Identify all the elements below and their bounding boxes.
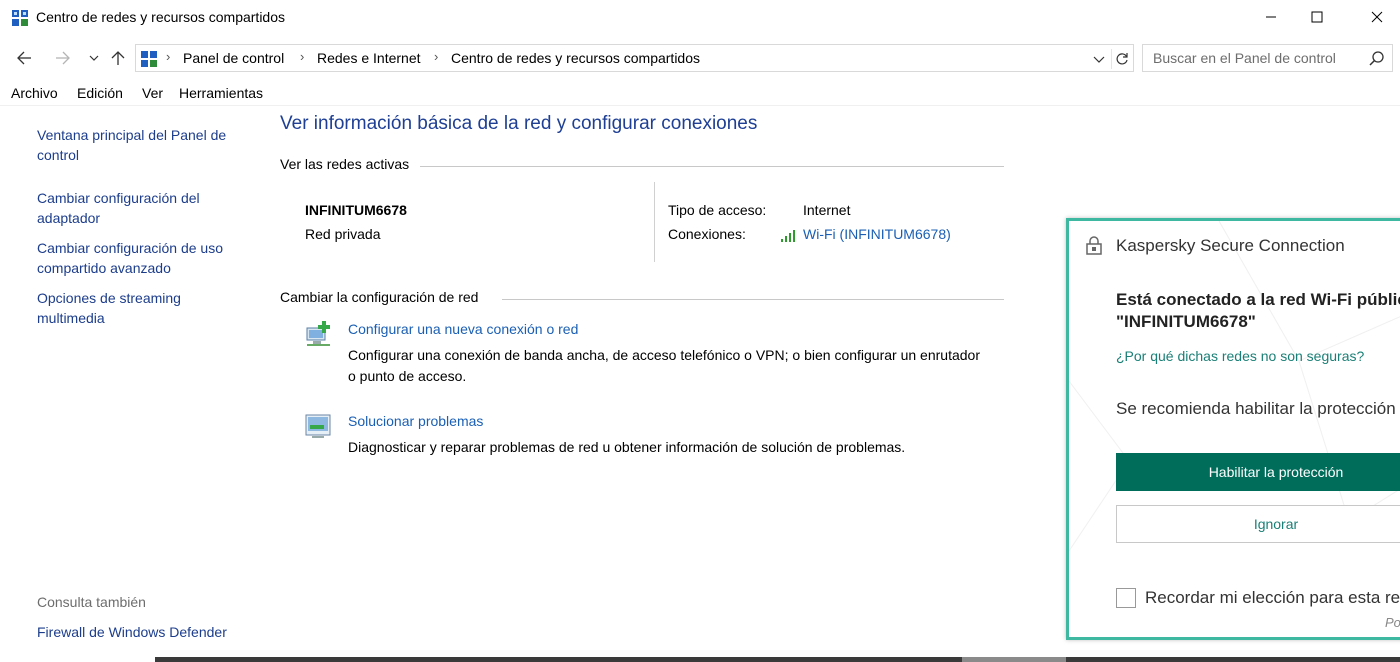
access-type-label: Tipo de acceso: (668, 202, 767, 218)
recent-locations-button[interactable] (82, 44, 106, 72)
address-dropdown-button[interactable] (1089, 49, 1109, 69)
section-divider (502, 299, 1004, 300)
menu-ver[interactable]: Ver (142, 85, 163, 101)
close-icon (1371, 11, 1383, 23)
close-button[interactable] (1354, 0, 1400, 34)
setup-connection-link[interactable]: Configurar una nueva conexión o red (348, 321, 578, 337)
up-button[interactable] (106, 44, 130, 72)
why-unsafe-link[interactable]: ¿Por qué dichas redes no son seguras? (1116, 348, 1364, 364)
menu-bar: Archivo Edición Ver Herramientas (0, 82, 1400, 106)
see-also-heading: Consulta también (37, 594, 146, 610)
change-settings-heading: Cambiar la configuración de red (280, 289, 479, 305)
troubleshoot-link[interactable]: Solucionar problemas (348, 413, 483, 429)
back-arrow-icon (17, 51, 31, 65)
navigation-bar: › Panel de control › Redes e Internet › … (0, 40, 1400, 76)
maximize-icon (1311, 11, 1323, 23)
section-divider (420, 166, 1004, 167)
taskbar-edge-highlight (962, 657, 1066, 662)
chevron-down-icon (1093, 56, 1105, 63)
breadcrumb-control-panel[interactable]: Panel de control (183, 50, 284, 66)
troubleshoot-icon (305, 414, 331, 438)
ignore-button[interactable]: Ignorar (1116, 505, 1400, 543)
enable-protection-button[interactable]: Habilitar la protección (1116, 453, 1400, 491)
network-name: INFINITUM6678 (305, 202, 407, 218)
refresh-button[interactable] (1111, 49, 1131, 69)
minimize-icon (1266, 16, 1276, 18)
up-arrow-icon (111, 51, 125, 65)
wifi-connection-link[interactable]: Wi-Fi (INFINITUM6678) (803, 226, 951, 242)
powered-by-text: Po (1385, 615, 1400, 630)
page-title: Ver información básica de la red y confi… (280, 113, 758, 134)
search-icon[interactable] (1368, 50, 1386, 68)
forward-button[interactable] (51, 44, 75, 72)
minimize-button[interactable] (1248, 0, 1294, 34)
kaspersky-notification: Kaspersky Secure Connection Está conecta… (1066, 218, 1400, 640)
sidebar: Ventana principal del Panel de control C… (0, 106, 270, 662)
wifi-signal-icon (781, 230, 795, 242)
breadcrumb-separator: › (300, 49, 305, 64)
menu-archivo[interactable]: Archivo (11, 85, 58, 101)
menu-edicion[interactable]: Edición (77, 85, 123, 101)
network-category[interactable]: Red privada (305, 226, 381, 242)
kaspersky-title: Kaspersky Secure Connection (1116, 236, 1345, 255)
new-connection-icon (306, 321, 330, 346)
kaspersky-recommendation: Se recomienda habilitar la protección (1116, 399, 1396, 418)
forward-arrow-icon (56, 51, 70, 65)
title-bar: Centro de redes y recursos compartidos (0, 0, 1400, 36)
menu-herramientas[interactable]: Herramientas (179, 85, 263, 101)
breadcrumb-network-internet[interactable]: Redes e Internet (317, 50, 421, 66)
sidebar-link-adapter-settings[interactable]: Cambiar configuración del adaptador (37, 188, 257, 228)
address-bar[interactable]: › Panel de control › Redes e Internet › … (135, 44, 1134, 72)
sidebar-link-firewall[interactable]: Firewall de Windows Defender (37, 622, 257, 642)
back-button[interactable] (12, 44, 36, 72)
window-title: Centro de redes y recursos compartidos (36, 9, 285, 25)
active-networks-heading: Ver las redes activas (280, 156, 410, 172)
kaspersky-lock-icon (1086, 236, 1102, 255)
network-divider (654, 182, 655, 262)
maximize-button[interactable] (1294, 0, 1340, 34)
control-panel-icon (141, 51, 157, 67)
network-center-app-icon (12, 10, 28, 26)
taskbar-edge (155, 657, 1400, 662)
sidebar-link-control-panel-home[interactable]: Ventana principal del Panel de control (37, 125, 257, 165)
remember-choice-label[interactable]: Recordar mi elección para esta red (1145, 588, 1400, 608)
sidebar-link-advanced-sharing[interactable]: Cambiar configuración de uso compartido … (37, 238, 257, 278)
refresh-icon (1116, 53, 1128, 65)
kaspersky-heading: Está conectado a la red Wi-Fi pública "I… (1116, 290, 1400, 331)
connections-label: Conexiones: (668, 226, 746, 242)
background-pattern (1069, 221, 1400, 552)
breadcrumb-separator: › (434, 49, 439, 64)
breadcrumb-separator: › (166, 49, 171, 64)
access-type-value: Internet (803, 202, 851, 218)
setup-connection-description: Configurar una conexión de banda ancha, … (348, 347, 980, 384)
remember-choice-checkbox[interactable] (1116, 588, 1136, 608)
troubleshoot-description: Diagnosticar y reparar problemas de red … (348, 439, 906, 455)
sidebar-link-media-streaming[interactable]: Opciones de streaming multimedia (37, 288, 212, 328)
search-box[interactable]: Buscar en el Panel de control (1142, 44, 1393, 72)
chevron-down-icon (89, 55, 99, 61)
breadcrumb-network-center[interactable]: Centro de redes y recursos compartidos (451, 50, 700, 66)
search-placeholder: Buscar en el Panel de control (1153, 50, 1336, 66)
